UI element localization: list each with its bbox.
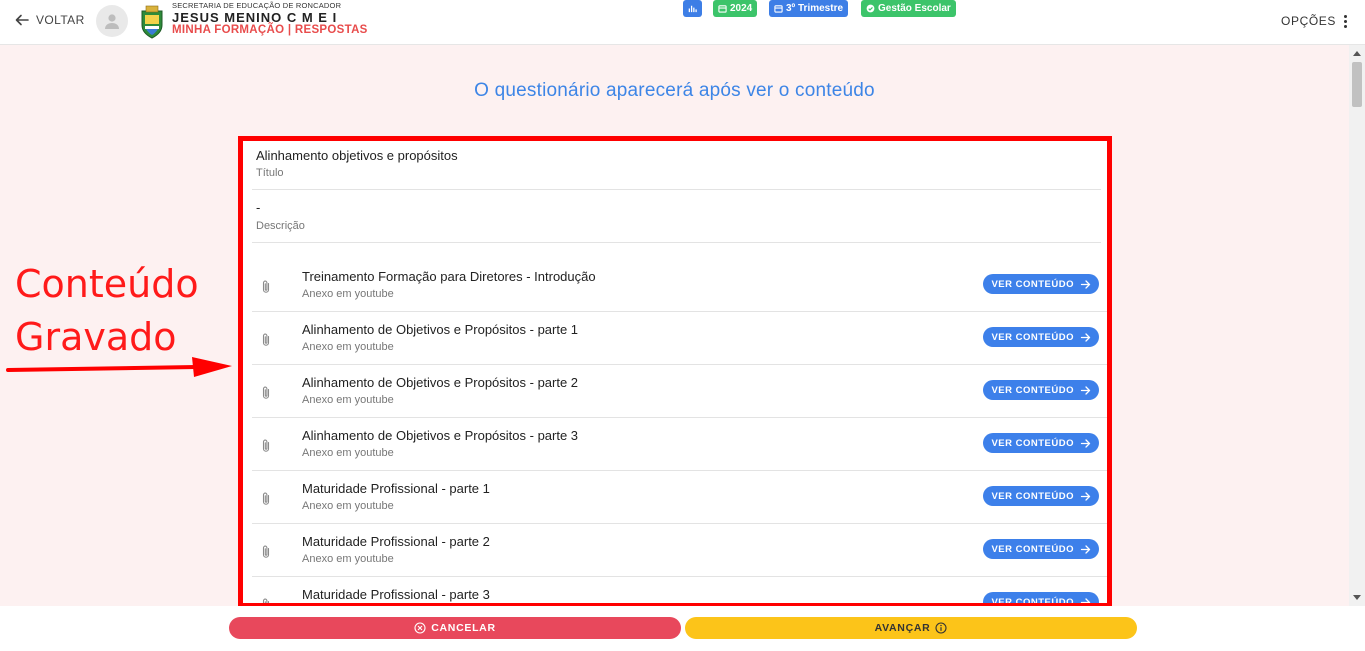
next-label: AVANÇAR <box>874 622 931 634</box>
paperclip-icon <box>262 386 270 399</box>
content-item: Alinhamento de Objetivos e Propósitos - … <box>252 365 1107 418</box>
title-value: Alinhamento objetivos e propósitos <box>256 148 458 163</box>
module-name: MINHA FORMAÇÃO | RESPOSTAS <box>172 23 368 36</box>
page-scrollbar[interactable] <box>1349 45 1365 606</box>
content-item: Treinamento Formação para Diretores - In… <box>252 259 1107 312</box>
content-item-type: Anexo em youtube <box>302 288 394 300</box>
arrow-right-icon <box>1080 544 1091 554</box>
content-item-title: Maturidade Profissional - parte 3 <box>302 587 490 602</box>
view-content-button[interactable]: VER CONTEÚDO <box>983 433 1099 453</box>
view-content-button[interactable]: VER CONTEÚDO <box>983 274 1099 294</box>
scrollbar-thumb[interactable] <box>1352 62 1362 107</box>
arrow-right-icon <box>1080 279 1091 289</box>
area-chip-label: Gestão Escolar <box>878 3 951 14</box>
content-item-title: Maturidade Profissional - parte 1 <box>302 481 490 496</box>
title-block: SECRETARIA DE EDUCAÇÃO DE RONCADOR JESUS… <box>172 2 368 36</box>
options-menu-button[interactable]: OPÇÕES <box>1281 14 1347 28</box>
secretaria-label: SECRETARIA DE EDUCAÇÃO DE RONCADOR <box>172 1 342 10</box>
chart-icon <box>688 5 697 13</box>
paperclip-icon <box>262 492 270 505</box>
annotation-arrow-icon <box>6 357 232 377</box>
avatar[interactable] <box>96 5 128 37</box>
content-item-title: Alinhamento de Objetivos e Propósitos - … <box>302 428 579 443</box>
paperclip-icon <box>262 280 270 293</box>
content-item-type: Anexo em youtube <box>302 447 394 459</box>
stats-chip[interactable] <box>683 0 702 17</box>
info-circle-icon <box>935 622 947 634</box>
more-vertical-icon <box>1344 14 1347 28</box>
year-chip-label: 2024 <box>730 3 753 14</box>
top-bar: VOLTAR SECRETARIA DE EDUCAÇÃO DE RONCADO… <box>0 0 1365 45</box>
view-content-button[interactable]: VER CONTEÚDO <box>983 327 1099 347</box>
view-content-button[interactable]: VER CONTEÚDO <box>983 539 1099 559</box>
content-item-title: Treinamento Formação para Diretores - In… <box>302 269 596 284</box>
content-card: Alinhamento objetivos e propósitos Títul… <box>238 136 1112 608</box>
calendar-icon <box>774 5 783 13</box>
questionnaire-notice: O questionário aparecerá após ver o cont… <box>474 80 875 101</box>
arrow-right-icon <box>1080 491 1091 501</box>
paperclip-icon <box>262 545 270 558</box>
view-content-label: VER CONTEÚDO <box>991 278 1074 290</box>
arrow-right-icon <box>1080 438 1091 448</box>
view-content-label: VER CONTEÚDO <box>991 490 1074 502</box>
close-circle-icon <box>414 622 426 634</box>
annotation-line-1: Conteúdo <box>15 262 199 306</box>
check-circle-icon <box>866 4 875 13</box>
description-value: - <box>256 200 261 215</box>
view-content-label: VER CONTEÚDO <box>991 543 1074 555</box>
options-label: OPÇÕES <box>1281 14 1336 28</box>
content-item: Alinhamento de Objetivos e Propósitos - … <box>252 312 1107 365</box>
content-item-title: Maturidade Profissional - parte 2 <box>302 534 490 549</box>
scroll-down-icon[interactable] <box>1353 595 1361 600</box>
cancel-button[interactable]: CANCELAR <box>229 617 681 639</box>
paperclip-icon <box>262 333 270 346</box>
back-label: VOLTAR <box>36 13 85 27</box>
content-item-title: Alinhamento de Objetivos e Propósitos - … <box>302 322 579 337</box>
content-item-type: Anexo em youtube <box>302 394 394 406</box>
view-content-label: VER CONTEÚDO <box>991 437 1074 449</box>
paperclip-icon <box>262 439 270 452</box>
view-content-button[interactable]: VER CONTEÚDO <box>983 380 1099 400</box>
content-list: Treinamento Formação para Diretores - In… <box>252 259 1107 603</box>
view-content-button[interactable]: VER CONTEÚDO <box>983 486 1099 506</box>
content-item-type: Anexo em youtube <box>302 500 394 512</box>
content-item: Maturidade Profissional - parte 1 Anexo … <box>252 471 1107 524</box>
description-field: - Descrição <box>252 190 1101 243</box>
calendar-icon <box>718 5 727 13</box>
year-chip[interactable]: 2024 <box>713 0 758 17</box>
cancel-label: CANCELAR <box>431 622 496 634</box>
view-content-label: VER CONTEÚDO <box>991 331 1074 343</box>
back-button[interactable]: VOLTAR <box>14 12 85 28</box>
content-item: Alinhamento de Objetivos e Propósitos - … <box>252 418 1107 471</box>
next-button[interactable]: AVANÇAR <box>685 617 1137 639</box>
term-chip-label: 3º Trimestre <box>786 3 844 14</box>
crest-logo <box>141 5 163 39</box>
area-chip[interactable]: Gestão Escolar <box>861 0 956 17</box>
content-item: Maturidade Profissional - parte 2 Anexo … <box>252 524 1107 577</box>
arrow-right-icon <box>1080 385 1091 395</box>
content-item-type: Anexo em youtube <box>302 553 394 565</box>
view-content-label: VER CONTEÚDO <box>991 384 1074 396</box>
user-icon <box>105 14 119 29</box>
content-item-title: Alinhamento de Objetivos e Propósitos - … <box>302 375 579 390</box>
school-name: JESUS MENINO C M E I <box>172 9 338 25</box>
annotation-text: Conteúdo Gravado <box>15 258 199 364</box>
term-chip[interactable]: 3º Trimestre <box>769 0 849 17</box>
arrow-left-icon <box>15 14 29 26</box>
footer-bar: CANCELAR AVANÇAR <box>0 606 1365 651</box>
description-label: Descrição <box>256 220 305 232</box>
title-label: Título <box>256 167 284 179</box>
scroll-up-icon[interactable] <box>1353 51 1361 56</box>
content-item: Maturidade Profissional - parte 3 Anexo … <box>252 577 1107 603</box>
title-field: Alinhamento objetivos e propósitos Títul… <box>252 141 1101 190</box>
arrow-right-icon <box>1080 332 1091 342</box>
content-item-type: Anexo em youtube <box>302 341 394 353</box>
